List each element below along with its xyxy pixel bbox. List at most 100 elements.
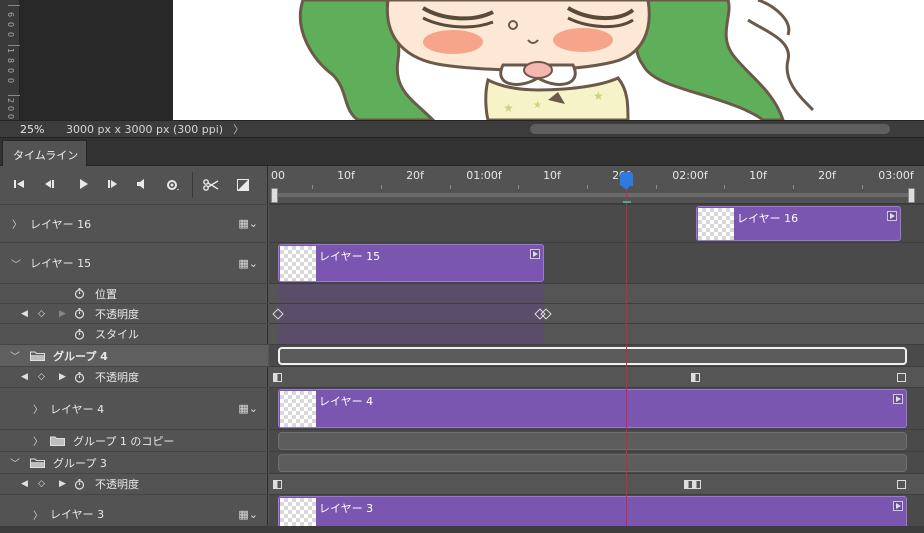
chevron-right-icon[interactable]: 〉: [33, 401, 43, 416]
clip-end-icon[interactable]: [887, 211, 897, 221]
keyframe-icon[interactable]: ◇: [38, 372, 45, 382]
work-area-start-handle[interactable]: [271, 188, 278, 203]
transition-icon[interactable]: [234, 177, 252, 193]
chevron-down-icon[interactable]: ﹀: [10, 348, 20, 363]
film-icon[interactable]: ▦⌄: [238, 257, 258, 270]
ruler-label: 2: [6, 98, 15, 104]
prev-frame-icon[interactable]: [40, 177, 58, 193]
keyframe-icon[interactable]: [273, 373, 282, 382]
first-frame-icon[interactable]: [10, 177, 28, 193]
stopwatch-icon[interactable]: [74, 328, 85, 340]
keyframe-icon[interactable]: [273, 480, 282, 489]
clip-thumbnail: [698, 208, 734, 240]
keyframe-icon[interactable]: ◇: [38, 309, 45, 319]
next-keyframe-icon[interactable]: ▶: [59, 479, 66, 489]
document-info: 3000 px x 3000 px (300 ppi): [66, 122, 224, 136]
property-row-position[interactable]: 位置: [0, 283, 268, 303]
status-bar: 25% 3000 px x 3000 px (300 ppi) 〉: [0, 120, 924, 138]
clip-layer-4[interactable]: レイヤー 4: [278, 389, 907, 428]
layer-name: レイヤー 3: [50, 508, 105, 521]
zoom-level[interactable]: 25%: [0, 123, 66, 136]
property-row-opacity[interactable]: ◀ ◇ ▶ 不透明度: [0, 303, 268, 323]
clip-end-icon[interactable]: [893, 394, 903, 404]
document-area: 6 0 0 1 8 0 0 2 0 0 ★ ★ ★: [0, 0, 924, 120]
prev-keyframe-icon[interactable]: ◀: [21, 479, 28, 489]
property-row-opacity[interactable]: ◀ ◇ ▶ 不透明度: [0, 473, 268, 494]
folder-icon: [30, 351, 45, 361]
ruler-tick: [312, 185, 313, 189]
clip-end-icon[interactable]: [530, 249, 540, 259]
clip-label: レイヤー 3: [319, 502, 374, 515]
clip-end-icon[interactable]: [893, 501, 903, 511]
stopwatch-icon[interactable]: [74, 308, 85, 319]
track-group-4: [269, 344, 924, 366]
clip-extent: [278, 284, 544, 304]
chevron-right-icon[interactable]: 〉: [233, 121, 244, 137]
clip-layer-15[interactable]: レイヤー 15: [278, 244, 544, 282]
film-icon[interactable]: ▦⌄: [238, 402, 258, 415]
playhead-handle[interactable]: [620, 172, 633, 190]
work-area-bar[interactable]: [277, 193, 909, 197]
keyframe-icon[interactable]: [897, 480, 906, 489]
clip-thumbnail: [280, 391, 316, 427]
play-icon[interactable]: [74, 177, 92, 193]
scissors-icon[interactable]: [202, 177, 220, 193]
chevron-down-icon[interactable]: ﹀: [11, 256, 21, 271]
film-icon[interactable]: ▦⌄: [238, 508, 258, 521]
next-keyframe-icon[interactable]: ▶: [59, 309, 66, 319]
track-position: [269, 283, 924, 304]
chevron-down-icon[interactable]: ﹀: [10, 455, 20, 470]
chevron-right-icon[interactable]: 〉: [33, 433, 43, 448]
tab-timeline[interactable]: タイムライン: [2, 140, 87, 166]
stopwatch-icon[interactable]: [74, 288, 85, 299]
work-area-end-handle[interactable]: [908, 188, 915, 203]
keyframe-icon[interactable]: [692, 480, 701, 489]
clip-label: レイヤー 15: [319, 250, 381, 263]
settings-icon[interactable]: [164, 177, 182, 193]
time-ruler[interactable]: 00 10f 20f 01:00f 10f 20f 02:00f 10f 20f…: [269, 166, 924, 204]
clip-thumbnail: [280, 246, 316, 281]
property-row-opacity[interactable]: ◀ ◇ ▶ 不透明度: [0, 366, 268, 387]
prev-keyframe-icon[interactable]: ◀: [21, 309, 28, 319]
property-row-style[interactable]: スタイル: [0, 323, 268, 344]
clip-label: レイヤー 4: [319, 395, 374, 408]
time-label: 20f: [818, 169, 836, 182]
group-row-group-4[interactable]: ﹀ グループ 4: [0, 344, 268, 366]
group-bar[interactable]: [278, 454, 907, 472]
ruler-tick: [793, 185, 794, 189]
playhead-marker: [623, 201, 631, 203]
svg-text:★: ★: [593, 89, 604, 103]
group-row-group-1-copy[interactable]: 〉 グループ 1 のコピー: [0, 429, 268, 451]
next-keyframe-icon[interactable]: ▶: [59, 372, 66, 382]
group-name: グループ 4: [53, 349, 108, 363]
horizontal-scrollbar[interactable]: [530, 124, 890, 134]
group-bar-selected[interactable]: [278, 347, 907, 365]
audio-icon[interactable]: [132, 177, 150, 193]
timeline-tracks: 00 10f 20f 01:00f 10f 20f 02:00f 10f 20f…: [269, 166, 924, 533]
ruler-label: 0: [6, 68, 15, 74]
group-row-group-3[interactable]: ﹀ グループ 3: [0, 451, 268, 473]
group-bar[interactable]: [278, 432, 907, 450]
keyframe-icon[interactable]: ◇: [38, 479, 45, 489]
playhead-line[interactable]: [626, 188, 627, 533]
chevron-right-icon[interactable]: 〉: [33, 507, 43, 522]
layer-row-layer-4[interactable]: 〉 レイヤー 4 ▦⌄: [0, 387, 268, 429]
document-canvas[interactable]: ★ ★ ★: [173, 0, 924, 120]
timeline-controls: [0, 166, 268, 204]
keyframe-icon[interactable]: [897, 373, 906, 382]
prev-keyframe-icon[interactable]: ◀: [21, 372, 28, 382]
track-layer-15: レイヤー 15: [269, 242, 924, 283]
stopwatch-icon[interactable]: [74, 371, 85, 383]
layer-row-layer-16[interactable]: 〉 レイヤー 16 ▦⌄: [0, 204, 268, 242]
keyframe-icon[interactable]: [691, 373, 700, 382]
time-label: 10f: [543, 169, 561, 182]
group-name: グループ 3: [53, 456, 107, 470]
property-name: 位置: [95, 287, 117, 301]
clip-layer-16[interactable]: レイヤー 16: [696, 206, 901, 241]
film-icon[interactable]: ▦⌄: [238, 217, 258, 230]
chevron-right-icon[interactable]: 〉: [12, 216, 22, 231]
ruler-tick: [8, 95, 20, 96]
layer-row-layer-15[interactable]: ﹀ レイヤー 15 ▦⌄: [0, 242, 268, 283]
stopwatch-icon[interactable]: [74, 478, 85, 490]
next-frame-icon[interactable]: [104, 177, 122, 193]
